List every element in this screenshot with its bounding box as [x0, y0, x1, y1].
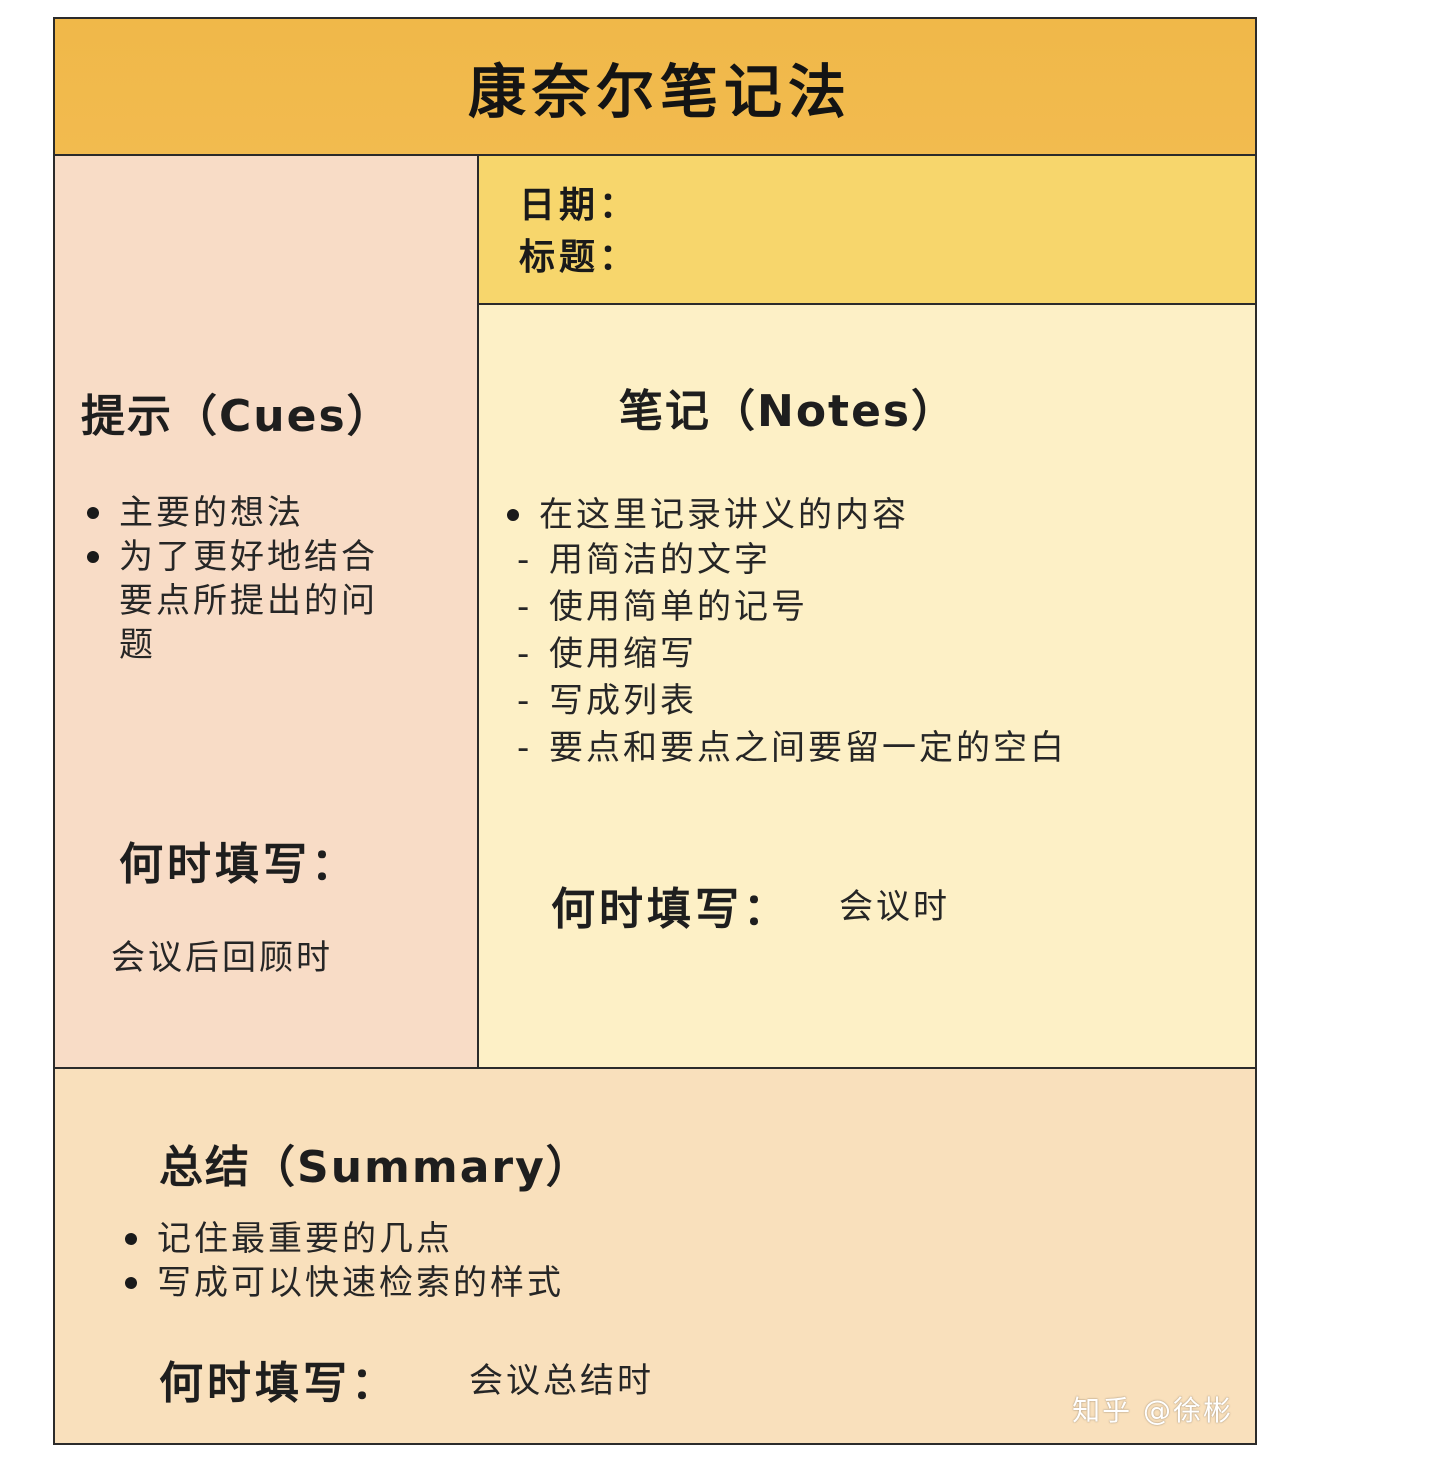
list-item: 主要的想法	[83, 491, 413, 535]
list-item: - 使用简单的记号	[517, 587, 808, 627]
cues-heading: 提示（Cues）	[81, 391, 393, 442]
bullet-icon	[125, 1233, 137, 1245]
bullet-icon	[507, 509, 519, 521]
cues-panel: 提示（Cues） 主要的想法 为了更好地结合要点所提出的问题 何时填写： 会议后…	[55, 156, 479, 1069]
bullet-icon	[87, 551, 99, 563]
list-item: 记住最重要的几点	[121, 1217, 821, 1261]
notes-sub-list: - 用简洁的文字 - 使用简单的记号 - 使用缩写 - 写成列表 - 要点和要点之间要留一…	[517, 537, 1067, 772]
summary-panel: 总结（Summary） 记住最重要的几点 写成可以快速检索的样式 何时填写： 会…	[55, 1069, 1255, 1443]
bullet-icon	[125, 1277, 137, 1289]
cues-when-value: 会议后回顾时	[111, 938, 333, 978]
list-item: - 用简洁的文字	[517, 540, 771, 580]
notes-when-value: 会议时	[839, 887, 950, 927]
list-item: 为了更好地结合要点所提出的问题	[83, 535, 413, 667]
list-item: - 使用缩写	[517, 634, 697, 674]
title-bar: 康奈尔笔记法	[55, 19, 1255, 156]
notes-lead-list: 在这里记录讲义的内容	[503, 493, 1223, 537]
summary-list: 记住最重要的几点 写成可以快速检索的样式	[121, 1217, 821, 1305]
notes-panel: 笔记（Notes） 在这里记录讲义的内容 - 用简洁的文字 - 使用简单的记号 -使…	[479, 305, 1255, 1069]
notes-heading: 笔记（Notes）	[619, 386, 958, 437]
date-label: 日期：	[519, 185, 640, 226]
cues-when-label: 何时填写：	[119, 839, 359, 890]
bullet-icon	[87, 507, 99, 519]
summary-when-label: 何时填写：	[159, 1358, 399, 1409]
list-item: - 写成列表	[517, 681, 697, 721]
notes-when-label: 何时填写：	[551, 884, 791, 935]
summary-heading: 总结（Summary）	[159, 1142, 592, 1193]
meta-box: 日期： 标题：	[479, 156, 1255, 305]
list-item: - 要点和要点之间要留一定的空白	[517, 728, 1067, 768]
page-title: 康奈尔笔记法	[467, 57, 852, 126]
summary-when-value: 会议总结时	[469, 1361, 654, 1401]
list-item: 写成可以快速检索的样式	[121, 1261, 821, 1305]
cues-list: 主要的想法 为了更好地结合要点所提出的问题	[83, 491, 413, 667]
watermark: 知乎 @徐彬	[1072, 1394, 1233, 1427]
cornell-notes-sheet: 康奈尔笔记法 提示（Cues） 主要的想法 为了更好地结合要点所提出的问题 何时…	[53, 17, 1257, 1445]
list-item: 在这里记录讲义的内容	[503, 493, 1223, 537]
subject-label: 标题：	[519, 237, 640, 278]
